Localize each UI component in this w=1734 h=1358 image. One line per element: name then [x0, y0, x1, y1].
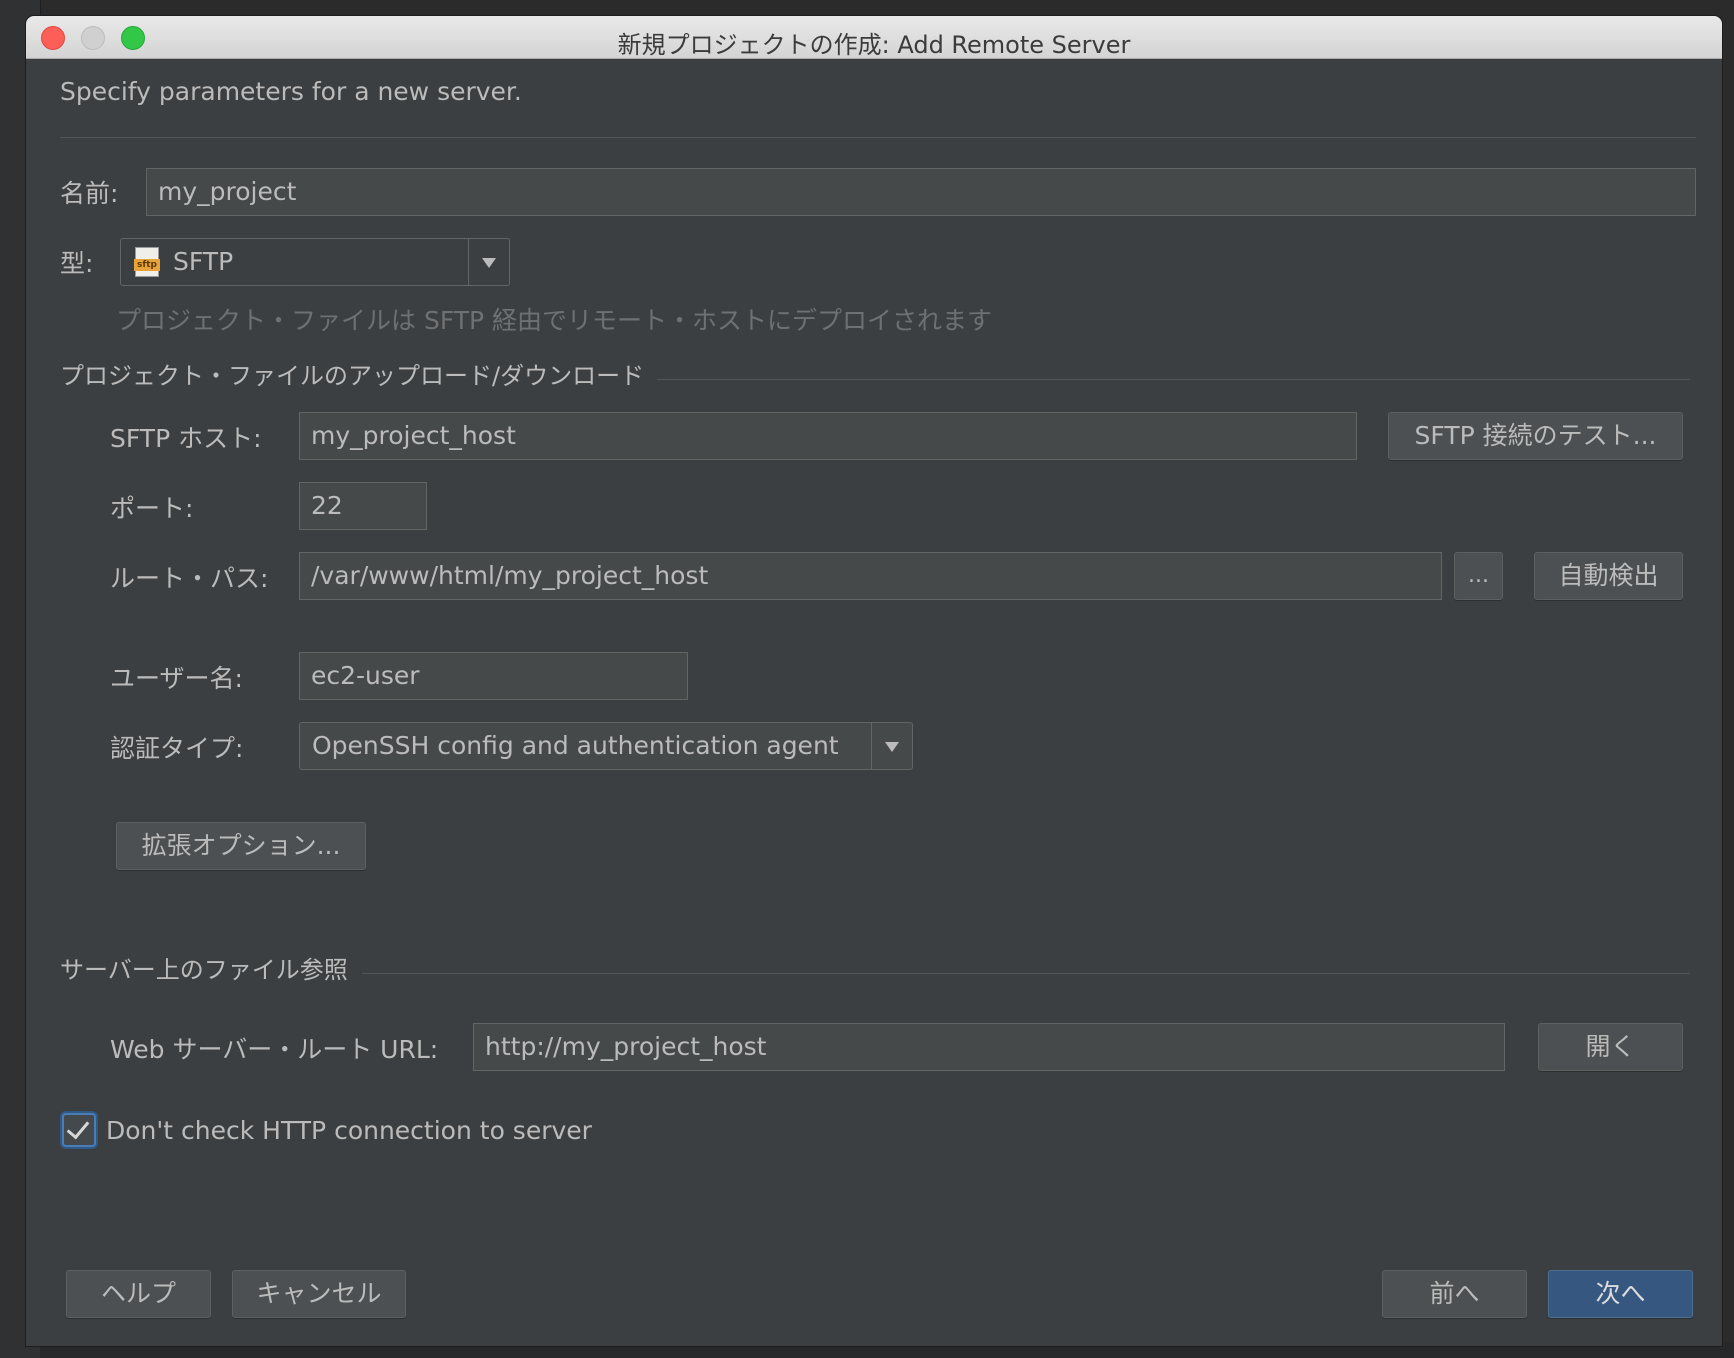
- sftp-host-label: SFTP ホスト:: [110, 419, 262, 455]
- upload-section-separator: [657, 379, 1690, 380]
- cancel-button[interactable]: キャンセル: [232, 1270, 406, 1318]
- help-button[interactable]: ヘルプ: [66, 1270, 211, 1318]
- chevron-down-icon: [885, 742, 899, 752]
- checkmark-icon: [67, 1116, 90, 1140]
- sftp-host-field[interactable]: my_project_host: [299, 412, 1357, 460]
- dialog-description: Specify parameters for a new server.: [60, 77, 522, 106]
- chevron-down-icon: [482, 258, 496, 268]
- root-path-field[interactable]: /var/www/html/my_project_host: [299, 552, 1442, 600]
- browse-section-title: サーバー上のファイル参照: [60, 950, 348, 985]
- type-select[interactable]: sftp SFTP: [120, 238, 510, 286]
- port-field[interactable]: 22: [299, 482, 427, 530]
- type-select-value: SFTP: [173, 239, 233, 285]
- autodetect-button[interactable]: 自動検出: [1534, 552, 1683, 600]
- browse-root-path-button[interactable]: ...: [1454, 552, 1503, 600]
- type-dropdown-arrow[interactable]: [468, 239, 509, 285]
- dont-check-http-label[interactable]: Don't check HTTP connection to server: [106, 1116, 592, 1145]
- root-path-label: ルート・パス:: [110, 559, 268, 595]
- next-button[interactable]: 次へ: [1548, 1270, 1693, 1318]
- username-label: ユーザー名:: [110, 659, 243, 695]
- dont-check-http-checkbox[interactable]: [62, 1113, 96, 1147]
- auth-type-select-value: OpenSSH config and authentication agent: [312, 723, 839, 769]
- open-url-button[interactable]: 開く: [1538, 1023, 1683, 1071]
- auth-type-label: 認証タイプ:: [110, 729, 243, 765]
- web-root-url-label: Web サーバー・ルート URL:: [110, 1030, 438, 1066]
- browse-section-separator: [362, 973, 1690, 974]
- sftp-file-icon: sftp: [135, 247, 159, 277]
- username-field[interactable]: ec2-user: [299, 652, 688, 700]
- type-hint: プロジェクト・ファイルは SFTP 経由でリモート・ホストにデプロイされます: [116, 301, 992, 337]
- test-sftp-connection-button[interactable]: SFTP 接続のテスト...: [1388, 412, 1683, 460]
- auth-type-select[interactable]: OpenSSH config and authentication agent: [299, 722, 913, 770]
- header-separator: [60, 137, 1696, 138]
- name-field[interactable]: my_project: [146, 168, 1696, 216]
- title-bar: 新規プロジェクトの作成: Add Remote Server: [26, 16, 1722, 59]
- port-label: ポート:: [110, 489, 193, 525]
- name-label: 名前:: [60, 174, 118, 210]
- type-label: 型:: [60, 244, 93, 280]
- advanced-options-button[interactable]: 拡張オプション...: [116, 822, 366, 870]
- add-remote-server-dialog: 新規プロジェクトの作成: Add Remote Server Specify p…: [26, 16, 1722, 1346]
- back-button[interactable]: 前へ: [1382, 1270, 1527, 1318]
- window-title: 新規プロジェクトの作成: Add Remote Server: [26, 25, 1722, 60]
- upload-section-title: プロジェクト・ファイルのアップロード/ダウンロード: [60, 356, 644, 391]
- web-root-url-field[interactable]: http://my_project_host: [473, 1023, 1505, 1071]
- auth-type-dropdown-arrow[interactable]: [871, 723, 912, 769]
